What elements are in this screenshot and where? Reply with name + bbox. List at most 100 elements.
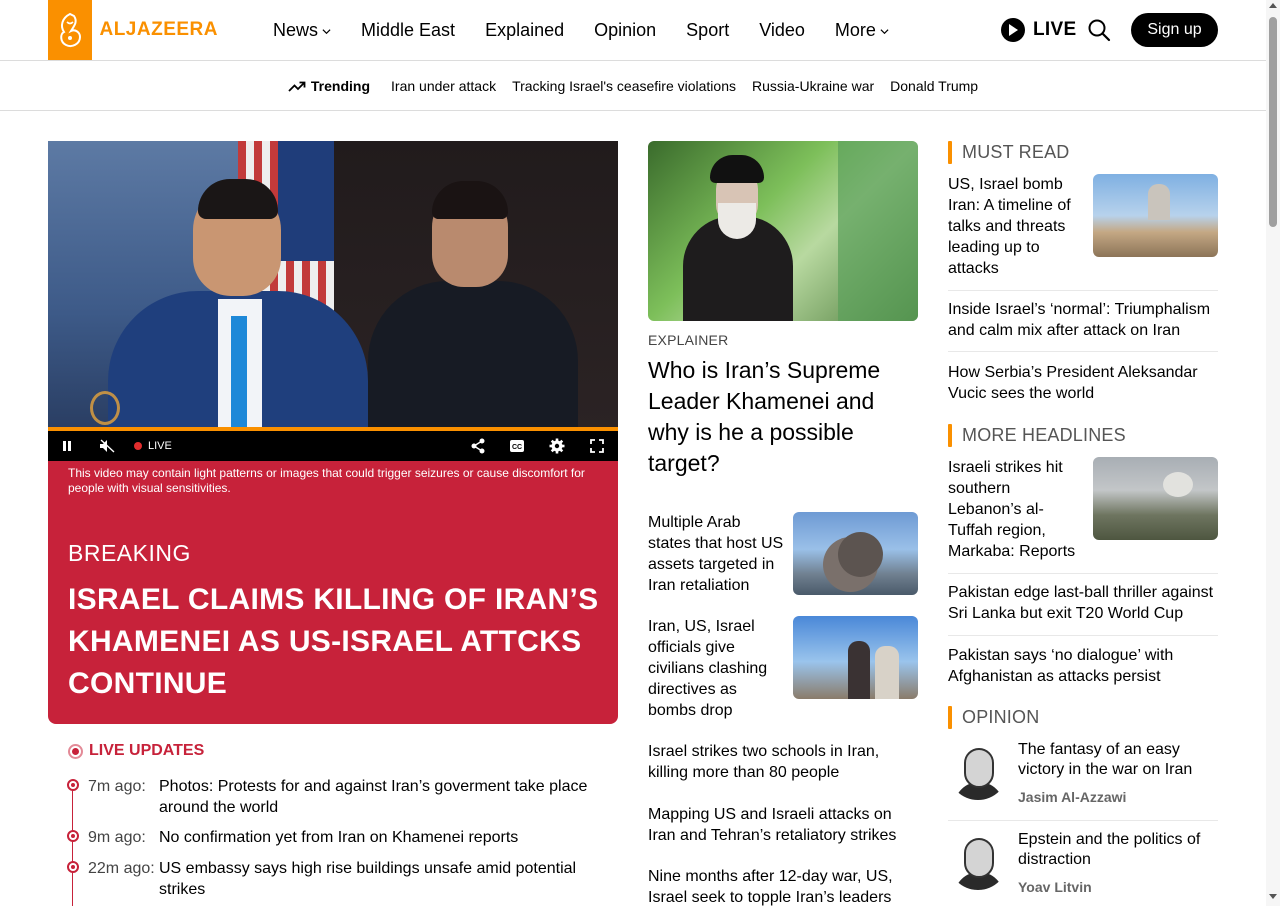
- nav-video[interactable]: Video: [759, 20, 805, 41]
- nav-more[interactable]: More: [835, 20, 889, 41]
- live-update-time: 7m ago:: [88, 778, 146, 795]
- page: ALJAZEERA News Middle East Explained Opi…: [0, 0, 1280, 906]
- opinion-author[interactable]: Yoav Litvin: [1018, 879, 1092, 895]
- fullscreen-button[interactable]: [590, 438, 604, 454]
- story-link[interactable]: Mapping US and Israeli attacks on Iran a…: [648, 804, 910, 846]
- nav-news-label: News: [273, 19, 319, 40]
- timeline-line: [72, 784, 73, 906]
- live-pulse-icon: [68, 743, 83, 759]
- settings-button[interactable]: [549, 438, 565, 454]
- divider: [948, 635, 1218, 636]
- video-controls: LIVE CC: [48, 431, 618, 461]
- scrollbar-thumb[interactable]: [1269, 17, 1277, 227]
- pause-button[interactable]: [62, 438, 72, 454]
- fullscreen-icon: [590, 439, 604, 453]
- nav-middle-east[interactable]: Middle East: [361, 20, 455, 41]
- story-thumbnail[interactable]: [1093, 457, 1218, 540]
- nav-video-label: Video: [759, 19, 805, 40]
- site-header: ALJAZEERA News Middle East Explained Opi…: [0, 0, 1266, 61]
- story-thumbnail[interactable]: [1093, 174, 1218, 257]
- must-read-label: MUST READ: [962, 142, 1070, 162]
- opinion-author[interactable]: Jasim Al-Azzawi: [1018, 789, 1126, 805]
- scroll-up-arrow-icon[interactable]: [1269, 3, 1277, 8]
- chevron-down-icon: [880, 28, 889, 34]
- must-read-heading: MUST READ: [948, 141, 1069, 164]
- live-updates-heading[interactable]: LIVE UPDATES: [68, 742, 618, 760]
- volume-muted-icon: [100, 439, 115, 453]
- author-avatar[interactable]: [948, 830, 1008, 890]
- divider: [948, 820, 1218, 821]
- story-link[interactable]: Pakistan edge last-ball thriller against…: [948, 582, 1218, 624]
- share-button[interactable]: [470, 438, 486, 454]
- trending-heading: Trending: [288, 78, 370, 94]
- scroll-down-arrow-icon[interactable]: [1269, 894, 1277, 899]
- trending-link[interactable]: Donald Trump: [890, 78, 978, 94]
- trending-link[interactable]: Russia-Ukraine war: [752, 78, 874, 94]
- story-headline[interactable]: US, Israel bomb Iran: A timeline of talk…: [948, 174, 1078, 279]
- story-link[interactable]: Inside Israel’s ‘normal’: Triumphalism a…: [948, 299, 1218, 341]
- live-updates: LIVE UPDATES 7m ago: Photos: Protests fo…: [67, 742, 618, 906]
- opinion-title[interactable]: The fantasy of an easy victory in the wa…: [1018, 740, 1218, 780]
- chevron-down-icon: [322, 28, 331, 34]
- page-scrollbar[interactable]: [1266, 0, 1280, 906]
- live-button[interactable]: LIVE: [1001, 17, 1076, 43]
- nav-more-label: More: [834, 19, 876, 40]
- section-accent-bar: [948, 706, 952, 729]
- live-updates-label: LIVE UPDATES: [89, 742, 205, 759]
- opinion-heading: OPINION: [948, 706, 1039, 729]
- live-label: LIVE: [1033, 19, 1077, 40]
- breaking-headline[interactable]: ISRAEL CLAIMS KILLING OF IRAN’S KHAMENEI…: [68, 579, 608, 705]
- captions-button[interactable]: CC: [509, 438, 525, 454]
- share-icon: [471, 438, 485, 454]
- timeline-dot-icon: [67, 779, 79, 791]
- trending-bar: Trending Iran under attack Tracking Isra…: [0, 61, 1266, 111]
- story-headline[interactable]: Israeli strikes hit southern Lebanon’s a…: [948, 457, 1078, 562]
- search-button[interactable]: [1087, 18, 1111, 42]
- presenter-tie: [231, 316, 247, 428]
- story-link[interactable]: Nine months after 12-day war, US, Israel…: [648, 866, 910, 906]
- trending-link[interactable]: Iran under attack: [391, 78, 496, 94]
- nav-news[interactable]: News: [273, 20, 331, 41]
- story-link[interactable]: How Serbia’s President Aleksandar Vucic …: [948, 362, 1218, 404]
- breaking-label: BREAKING: [68, 540, 191, 566]
- opinion-label: OPINION: [962, 707, 1040, 727]
- story-link[interactable]: Israel strikes two schools in Iran, kill…: [648, 741, 910, 783]
- article-kicker: EXPLAINER: [648, 332, 729, 348]
- author-avatar[interactable]: [948, 740, 1008, 800]
- nav-opinion[interactable]: Opinion: [594, 20, 656, 41]
- timeline-dot-icon: [67, 830, 79, 842]
- feature-headline[interactable]: Who is Iran’s Supreme Leader Khamenei an…: [648, 355, 910, 479]
- nav-sport[interactable]: Sport: [686, 20, 729, 41]
- trending-link[interactable]: Tracking Israel's ceasefire violations: [512, 78, 736, 94]
- divider: [948, 290, 1218, 291]
- sign-up-button[interactable]: Sign up: [1131, 13, 1218, 47]
- search-icon: [1088, 19, 1111, 42]
- captions-icon: CC: [510, 440, 524, 452]
- nav-explained[interactable]: Explained: [485, 20, 564, 41]
- nav-middle-east-label: Middle East: [361, 19, 456, 40]
- section-accent-bar: [948, 424, 952, 447]
- gear-icon: [549, 438, 565, 454]
- opinion-title[interactable]: Epstein and the politics of distraction: [1018, 830, 1218, 870]
- site-logo[interactable]: ALJAZEERA: [48, 0, 218, 60]
- mute-button[interactable]: [99, 438, 115, 454]
- nav-sport-label: Sport: [686, 19, 730, 40]
- nav-explained-label: Explained: [485, 19, 565, 40]
- svg-text:CC: CC: [512, 444, 522, 451]
- live-update-text: US embassy says high rise buildings unsa…: [159, 860, 577, 898]
- live-update-text: No confirmation yet from Iran on Khamene…: [159, 829, 519, 846]
- trending-up-icon: [288, 81, 306, 92]
- story-thumbnail: [793, 616, 918, 699]
- live-video-player[interactable]: LIVE CC: [48, 141, 618, 461]
- story-link[interactable]: Pakistan says ‘no dialogue’ with Afghani…: [948, 645, 1218, 687]
- live-update-time: 9m ago:: [88, 829, 146, 846]
- photo-foliage: [838, 141, 918, 321]
- khamenei-photo[interactable]: [648, 141, 918, 321]
- breaking-news-card[interactable]: This video may contain light patterns or…: [48, 461, 618, 724]
- logo-emblem: [48, 0, 93, 60]
- story-thumbnail: [793, 512, 918, 595]
- more-headlines-label: MORE HEADLINES: [962, 425, 1126, 445]
- avatar-face: [964, 838, 994, 878]
- guest-figure: [368, 281, 578, 431]
- seizure-disclaimer: This video may contain light patterns or…: [68, 466, 585, 495]
